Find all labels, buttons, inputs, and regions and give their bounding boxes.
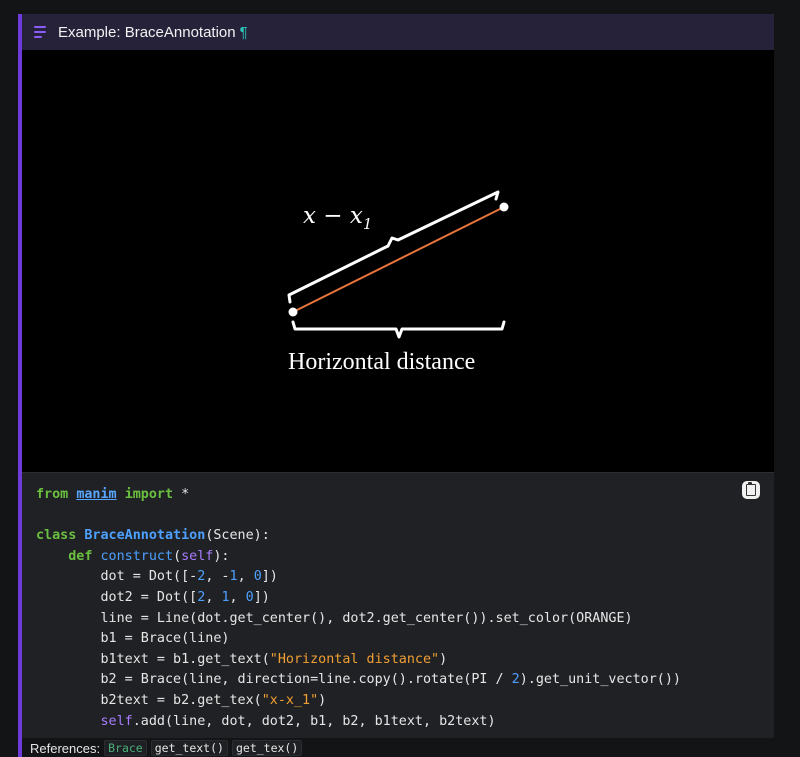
admonition-title: Example: BraceAnnotation xyxy=(58,23,236,41)
copy-button[interactable] xyxy=(742,481,760,499)
references-label: References: xyxy=(30,740,101,756)
scene-render: x − x1 Horizontal distance xyxy=(287,190,509,375)
permalink-anchor[interactable]: ¶ xyxy=(240,24,248,41)
brace-tex-label: x − x1 xyxy=(303,203,372,233)
code-block: from manim import * class BraceAnnotatio… xyxy=(22,472,774,738)
ref-link-brace[interactable]: Brace xyxy=(104,740,147,756)
brace-text-label: Horizontal distance xyxy=(288,349,475,375)
dot-end xyxy=(499,202,509,212)
video-player[interactable]: x − x1 Horizontal distance xyxy=(22,50,774,472)
list-icon xyxy=(34,25,48,39)
references-bar: References: Brace get_text() get_tex() xyxy=(30,739,303,757)
example-admonition: Example: BraceAnnotation ¶ x − x1 Horizo… xyxy=(18,14,774,757)
admonition-header: Example: BraceAnnotation ¶ xyxy=(22,14,774,50)
dot-start xyxy=(288,307,298,317)
brace-bottom xyxy=(291,320,506,339)
ref-link-get-tex[interactable]: get_tex() xyxy=(231,740,303,756)
clipboard-icon xyxy=(746,482,756,496)
code-listing: from manim import * class BraceAnnotatio… xyxy=(36,487,681,729)
ref-link-get-text[interactable]: get_text() xyxy=(150,740,228,756)
